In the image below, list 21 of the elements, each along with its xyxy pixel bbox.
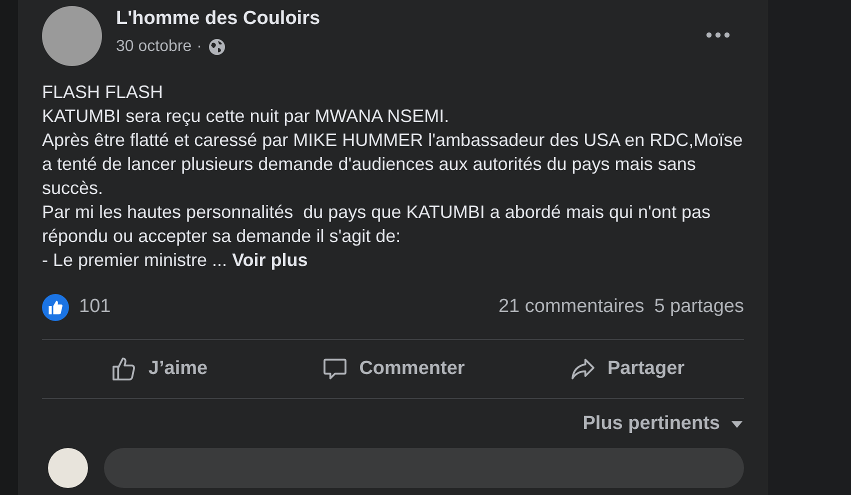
share-button[interactable]: Partager (510, 340, 744, 398)
post-text: FLASH FLASH (42, 81, 164, 104)
globe-icon (208, 39, 225, 55)
post-text: KATUMBI sera reçu cette nuit par MWANA NSEMI. (42, 105, 450, 128)
author-name[interactable]: L'homme des Couloirs (116, 8, 320, 30)
more-options-icon[interactable] (706, 32, 730, 38)
comment-count[interactable]: 21 commentaires (498, 296, 644, 318)
post-text: - Le premier ministre ... (42, 250, 228, 270)
post-text: Après être flatté et caressé par MIKE HUMMER l'ambassadeur des USA en RDC,Moïse a tenté de lancer plusieurs demande d'audiences aux autorités du pays mais sans succès. (42, 129, 744, 200)
user-avatar (48, 448, 88, 488)
post-date[interactable]: 30 octobre (116, 38, 192, 56)
see-more-link[interactable]: Voir plus (232, 250, 308, 270)
share-count[interactable]: 5 partages (654, 296, 744, 318)
like-reaction-icon (42, 294, 69, 320)
separator-dot: · (196, 38, 202, 56)
caret-icon (730, 420, 744, 428)
like-button[interactable]: J’aime (42, 340, 276, 398)
reaction-count[interactable]: 101 (79, 296, 111, 318)
post-text: Par mi les hautes personnalités du pays que KATUMBI a abordé mais qui n'ont pas répondu ou accepter sa demande il s'agit de: (42, 201, 712, 248)
comment-sort-dropdown[interactable]: Plus pertinents (582, 413, 744, 435)
comment-button[interactable]: Commenter (276, 340, 510, 398)
